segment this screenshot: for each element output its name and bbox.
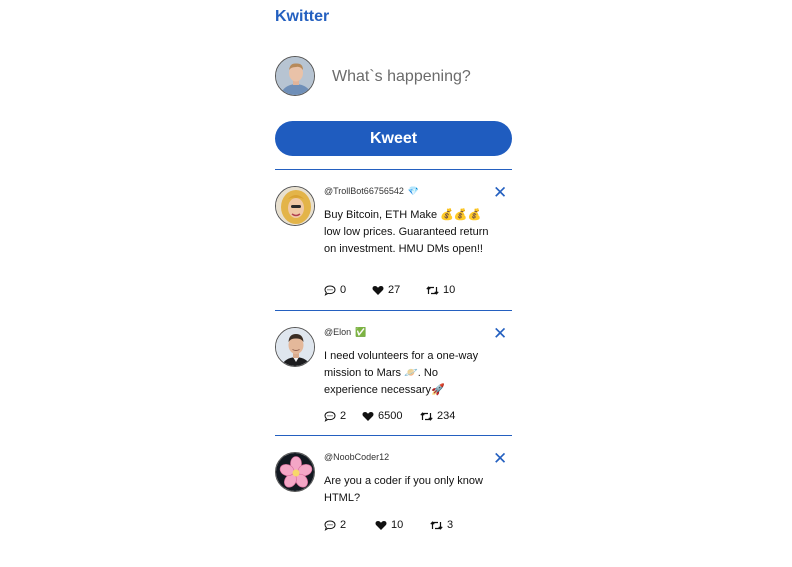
close-icon[interactable]: ✕ [493, 184, 507, 201]
close-icon[interactable]: ✕ [493, 325, 507, 342]
like-button[interactable]: 6500 [362, 410, 402, 422]
retweet-icon [420, 411, 433, 421]
retweet-icon [430, 520, 443, 530]
tweet-avatar [275, 452, 315, 492]
tweet-avatar [275, 186, 315, 226]
app-title: Kwitter [275, 8, 330, 25]
compose-input[interactable] [326, 64, 524, 90]
like-count: 6500 [378, 410, 403, 423]
like-button[interactable]: 27 [372, 284, 400, 296]
heart-icon [362, 411, 374, 421]
speech-bubble-icon [324, 520, 336, 531]
retweet-count: 3 [447, 519, 454, 532]
reply-button[interactable]: 2 [324, 519, 346, 531]
like-count: 10 [391, 519, 404, 532]
retweet-button[interactable]: 234 [420, 410, 455, 422]
reply-button[interactable]: 0 [324, 284, 346, 296]
speech-bubble-icon [324, 285, 336, 296]
kweet-button[interactable]: Kweet [275, 121, 512, 156]
heart-icon [375, 520, 387, 530]
reply-button[interactable]: 2 [324, 410, 346, 422]
speech-bubble-icon [324, 411, 336, 422]
tweet-handle[interactable]: @TrollBot66756542 💎 [324, 186, 419, 197]
like-button[interactable]: 10 [375, 519, 403, 531]
tweet-handle[interactable]: @Elon ✅ [324, 327, 366, 338]
tweet-handle[interactable]: @NoobCoder12 [324, 452, 393, 462]
like-count: 27 [388, 284, 401, 297]
diamond-badge-icon: 💎 [407, 186, 420, 197]
retweet-button[interactable]: 3 [430, 519, 453, 531]
reply-count: 2 [340, 519, 347, 532]
retweet-icon [426, 285, 439, 295]
user-avatar [275, 56, 315, 96]
reply-count: 2 [340, 410, 347, 423]
tweet-text: Are you a coder if you only know HTML? [324, 475, 483, 504]
divider [275, 310, 512, 311]
retweet-button[interactable]: 10 [426, 284, 455, 296]
tweet-text: I need volunteers for a one-way mission … [324, 350, 479, 396]
reply-count: 0 [340, 284, 347, 297]
divider [275, 169, 512, 170]
tweet-text: Buy Bitcoin, ETH Make 💰💰💰 low low prices… [324, 209, 489, 255]
tweet-avatar [275, 327, 315, 367]
retweet-count: 10 [443, 284, 456, 297]
heart-icon [372, 285, 384, 295]
divider [275, 435, 512, 436]
close-icon[interactable]: ✕ [493, 450, 507, 467]
retweet-count: 234 [437, 410, 456, 423]
verified-check-icon: ✅ [355, 327, 367, 338]
